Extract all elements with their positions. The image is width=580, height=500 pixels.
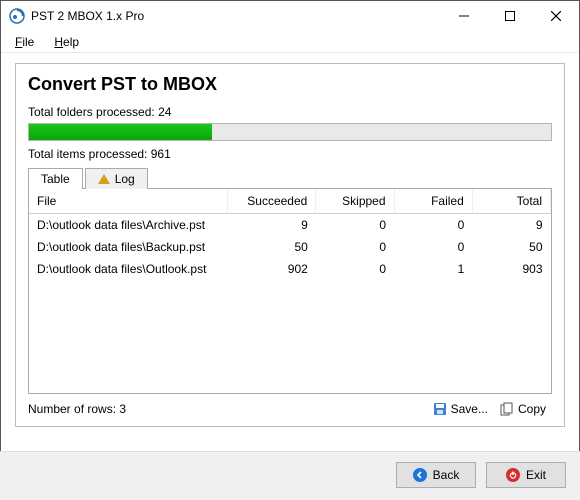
cell-succeeded: 9 <box>227 214 316 237</box>
table-footer: Number of rows: 3 Save... <box>28 400 552 418</box>
results-table: File Succeeded Skipped Failed Total D:\o… <box>29 189 551 280</box>
save-label: Save... <box>451 402 488 416</box>
items-processed-label: Total items processed: 961 <box>28 147 552 161</box>
col-succeeded[interactable]: Succeeded <box>227 189 316 214</box>
col-total[interactable]: Total <box>472 189 550 214</box>
minimize-button[interactable] <box>441 1 487 31</box>
exit-label: Exit <box>526 468 546 482</box>
cell-file: D:\outlook data files\Backup.pst <box>29 236 227 258</box>
save-button[interactable]: Save... <box>427 400 494 418</box>
cell-total: 50 <box>472 236 550 258</box>
table-row[interactable]: D:\outlook data files\Backup.pst500050 <box>29 236 551 258</box>
exit-button[interactable]: Exit <box>486 462 566 488</box>
cell-skipped: 0 <box>316 258 394 280</box>
cell-failed: 0 <box>394 236 472 258</box>
menu-help[interactable]: Help <box>48 33 85 51</box>
page-title: Convert PST to MBOX <box>28 74 552 95</box>
app-icon <box>9 8 25 24</box>
cell-skipped: 0 <box>316 236 394 258</box>
power-icon <box>506 468 520 482</box>
progress-fill <box>29 124 212 140</box>
tabs: Table Log <box>28 167 552 188</box>
tab-table[interactable]: Table <box>28 168 83 189</box>
table-header-row: File Succeeded Skipped Failed Total <box>29 189 551 214</box>
cell-failed: 1 <box>394 258 472 280</box>
cell-file: D:\outlook data files\Outlook.pst <box>29 258 227 280</box>
cell-succeeded: 50 <box>227 236 316 258</box>
window-title: PST 2 MBOX 1.x Pro <box>31 9 144 23</box>
row-count-label: Number of rows: 3 <box>28 402 126 416</box>
tab-log[interactable]: Log <box>85 168 148 189</box>
menubar: File Help <box>1 31 579 53</box>
col-failed[interactable]: Failed <box>394 189 472 214</box>
back-button[interactable]: Back <box>396 462 476 488</box>
cell-total: 9 <box>472 214 550 237</box>
save-icon <box>433 402 447 416</box>
tab-log-label: Log <box>115 172 135 186</box>
cell-total: 903 <box>472 258 550 280</box>
results-table-container: File Succeeded Skipped Failed Total D:\o… <box>28 188 552 394</box>
table-row[interactable]: D:\outlook data files\Archive.pst9009 <box>29 214 551 237</box>
back-icon <box>413 468 427 482</box>
main-panel: Convert PST to MBOX Total folders proces… <box>15 63 565 427</box>
footer: Back Exit <box>0 451 580 500</box>
close-button[interactable] <box>533 1 579 31</box>
maximize-button[interactable] <box>487 1 533 31</box>
cell-succeeded: 902 <box>227 258 316 280</box>
copy-label: Copy <box>518 402 546 416</box>
folders-processed-label: Total folders processed: 24 <box>28 105 552 119</box>
titlebar: PST 2 MBOX 1.x Pro <box>1 1 579 31</box>
copy-button[interactable]: Copy <box>494 400 552 418</box>
copy-icon <box>500 402 514 416</box>
tab-table-label: Table <box>41 172 70 186</box>
progress-bar <box>28 123 552 141</box>
col-skipped[interactable]: Skipped <box>316 189 394 214</box>
cell-failed: 0 <box>394 214 472 237</box>
menu-file[interactable]: File <box>9 33 40 51</box>
table-row[interactable]: D:\outlook data files\Outlook.pst9020190… <box>29 258 551 280</box>
warning-icon <box>98 174 110 184</box>
col-file[interactable]: File <box>29 189 227 214</box>
content-area: Convert PST to MBOX Total folders proces… <box>1 53 579 435</box>
cell-skipped: 0 <box>316 214 394 237</box>
back-label: Back <box>433 468 460 482</box>
cell-file: D:\outlook data files\Archive.pst <box>29 214 227 237</box>
